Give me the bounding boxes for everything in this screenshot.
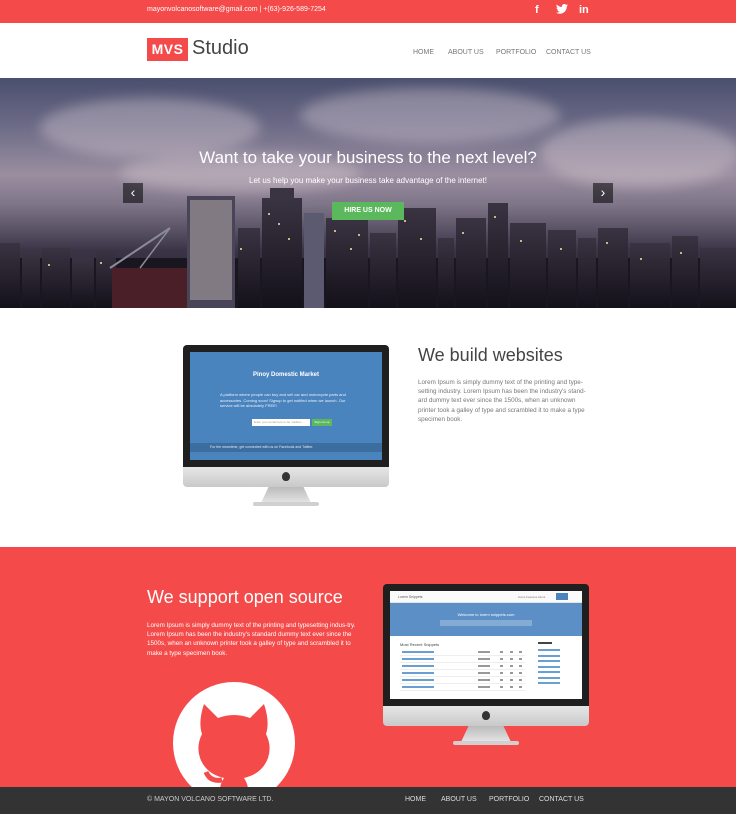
mockup-nav-button: [556, 593, 568, 600]
slider-prev-button[interactable]: ‹: [123, 183, 143, 203]
cloud-decoration: [300, 88, 560, 143]
monitor-screen: Lorem Snippets Home Features About Welco…: [390, 591, 582, 699]
nav-portfolio[interactable]: PORTFOLIO: [496, 49, 536, 56]
monitor-screen: Pinoy Domestic Market A platform where p…: [190, 352, 382, 460]
build-text: Lorem Ipsum is simply dummy text of the …: [418, 379, 586, 423]
linkedin-icon[interactable]: in: [579, 4, 589, 16]
footer-nav-about-us[interactable]: ABOUT US: [441, 796, 477, 803]
mockup-site-text: A platform where people can buy and sell…: [220, 392, 346, 408]
monitor-stand: [261, 487, 311, 503]
nav-home[interactable]: HOME: [413, 49, 434, 56]
monitor-mockup: Pinoy Domestic Market A platform where p…: [183, 345, 389, 510]
mockup-brand: Lorem Snippets: [398, 595, 423, 599]
github-octocat-icon[interactable]: [196, 700, 272, 787]
hire-us-button[interactable]: HIRE US NOW: [332, 202, 404, 220]
footer-nav-portfolio[interactable]: PORTFOLIO: [489, 796, 529, 803]
open-source-heading: We support open source: [147, 587, 343, 607]
apple-logo-icon: [282, 472, 290, 481]
chevron-right-icon: ›: [600, 184, 606, 200]
build-heading: We build websites: [418, 345, 563, 365]
open-source-section: We support open source Lorem Ipsum is si…: [0, 547, 736, 787]
hero-subtitle: Let us help you make your business take …: [249, 176, 487, 185]
monitor-base: [453, 741, 519, 745]
mockup-section-title: Most Recent Snippets: [400, 642, 440, 647]
nav-about-us[interactable]: ABOUT US: [448, 49, 484, 56]
table-row: [400, 677, 525, 684]
monitor-mockup-2: Lorem Snippets Home Features About Welco…: [383, 584, 589, 749]
copyright: © MAYON VOLCANO SOFTWARE LTD.: [147, 796, 274, 803]
city-skyline-image: [0, 188, 736, 308]
mockup-sidebar: [538, 642, 568, 688]
monitor-base: [253, 502, 319, 506]
logo-mark[interactable]: MVS: [147, 38, 188, 61]
mockup-signup-button: Sign me up: [312, 419, 332, 426]
mockup-banner-bar: [440, 620, 532, 626]
table-row: [400, 684, 525, 691]
site-footer: © MAYON VOLCANO SOFTWARE LTD. HOME ABOUT…: [0, 787, 736, 814]
mockup-table: [400, 649, 525, 691]
table-row: [400, 663, 525, 670]
hero-slider: Want to take your business to the next l…: [0, 78, 736, 308]
hero-title: Want to take your business to the next l…: [199, 148, 537, 167]
mockup-navbar: Lorem Snippets Home Features About: [390, 591, 582, 603]
table-row: [400, 670, 525, 677]
mockup-site-title: Pinoy Domestic Market: [252, 372, 320, 378]
top-bar: mayonvolcanosoftware@gmail.com | +(63)-9…: [0, 0, 736, 23]
mockup-email-input: Enter your email here to be notified...: [252, 419, 310, 426]
footer-nav-home[interactable]: HOME: [405, 796, 426, 803]
mockup-nav-links: Home Features About: [518, 595, 546, 599]
mockup-footer: For the meantime, get connected with us …: [190, 443, 382, 452]
table-row: [400, 656, 525, 663]
mockup-banner: Welcome to lorem snippets.com: [390, 603, 582, 636]
chevron-left-icon: ‹: [130, 184, 136, 200]
facebook-icon[interactable]: f: [535, 4, 539, 16]
open-source-text: Lorem Ipsum is simply dummy text of the …: [147, 622, 356, 657]
logo-text[interactable]: Studio: [192, 37, 249, 60]
slider-next-button[interactable]: ›: [593, 183, 613, 203]
twitter-icon[interactable]: [556, 4, 568, 17]
footer-nav-contact-us[interactable]: CONTACT US: [539, 796, 584, 803]
nav-contact-us[interactable]: CONTACT US: [546, 49, 591, 56]
table-row: [400, 649, 525, 656]
mockup-banner-title: Welcome to lorem snippets.com: [457, 612, 515, 617]
monitor-stand: [461, 726, 511, 742]
contact-info: mayonvolcanosoftware@gmail.com | +(63)-9…: [147, 6, 326, 13]
site-header: MVS Studio HOME ABOUT US PORTFOLIO CONTA…: [0, 23, 736, 78]
apple-logo-icon: [482, 711, 490, 720]
